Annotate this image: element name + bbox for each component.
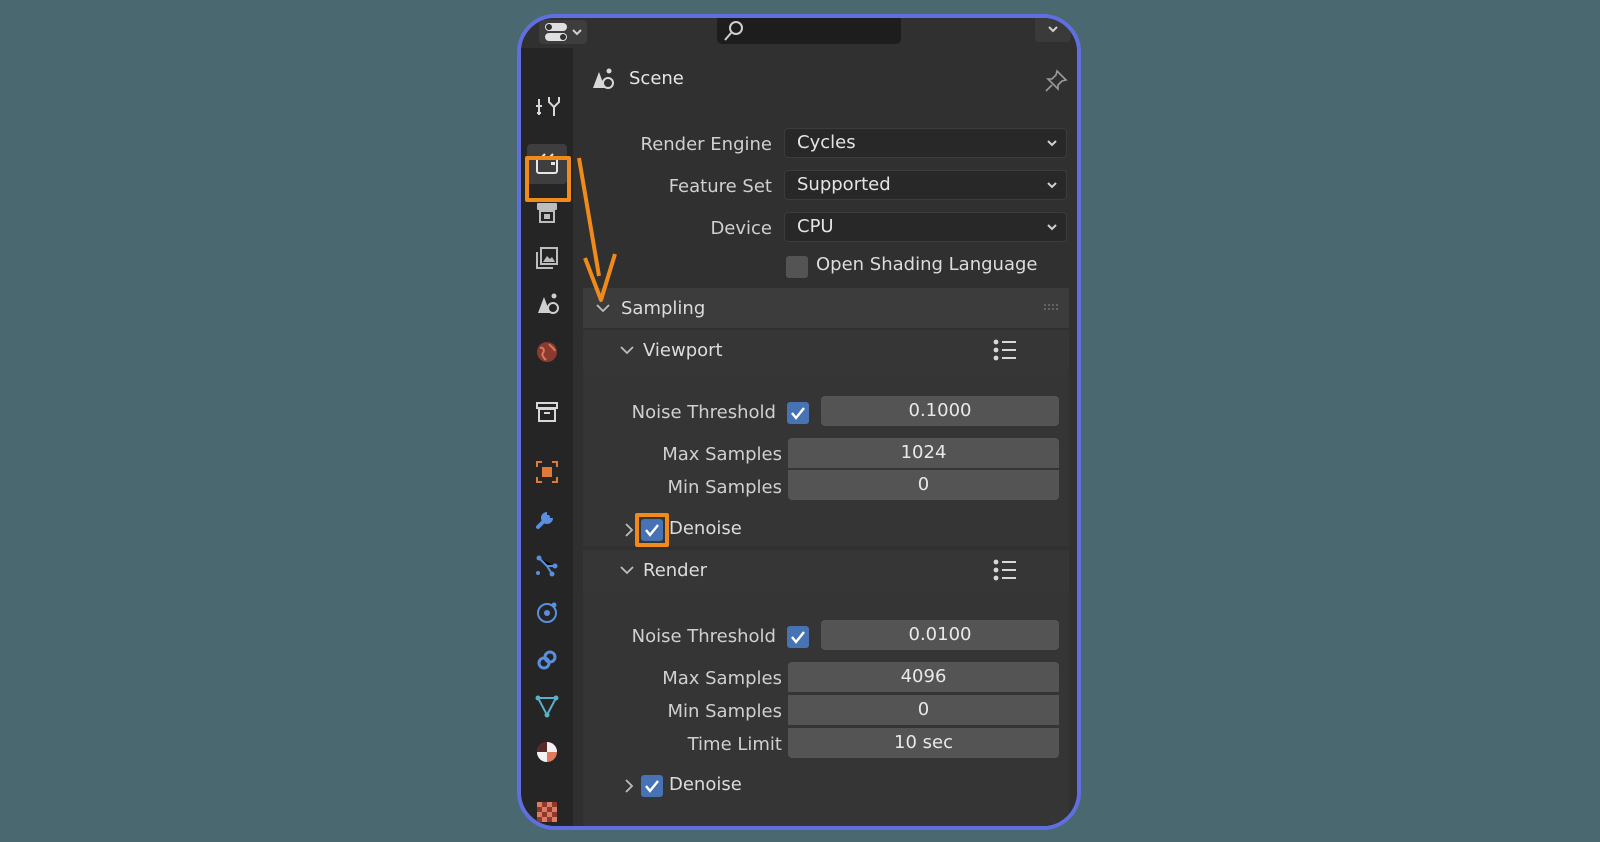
checkmark-icon [791, 631, 805, 644]
properties-editor-frame: Scene Render Engine Cycles Feature Set S… [517, 14, 1081, 830]
render-noise-threshold-field[interactable]: 0.0100 [821, 620, 1059, 650]
presets-list-icon[interactable] [993, 559, 1017, 581]
device-label: Device [710, 218, 772, 239]
constraints-icon [537, 650, 557, 670]
chevron-down-icon [620, 346, 634, 355]
sampling-title: Sampling [621, 298, 706, 319]
properties-content: Scene Render Engine Cycles Feature Set S… [573, 48, 1077, 826]
viewport-max-samples-field[interactable]: 1024 [788, 438, 1059, 468]
chevron-down-icon [1047, 224, 1057, 231]
tab-view-layer[interactable] [527, 238, 567, 278]
particles-icon [536, 555, 558, 577]
chevron-down-icon [1047, 140, 1057, 147]
search-input[interactable] [717, 18, 901, 44]
view-layer-icon [536, 247, 558, 269]
render-noise-threshold-label: Noise Threshold [631, 626, 776, 647]
render-max-samples-label: Max Samples [662, 668, 782, 689]
chevron-down-icon [620, 566, 634, 575]
render-denoise-label: Denoise [669, 774, 742, 795]
render-max-samples-field[interactable]: 4096 [788, 662, 1059, 692]
object-icon [536, 461, 558, 483]
chevron-down-icon [596, 304, 610, 313]
osl-label: Open Shading Language [816, 254, 1038, 275]
properties-tabs [521, 48, 573, 826]
render-engine-dropdown[interactable]: Cycles [784, 128, 1067, 158]
search-icon [724, 21, 743, 41]
render-noise-threshold-checkbox[interactable] [787, 626, 809, 648]
pin-icon[interactable] [1043, 68, 1069, 94]
tool-icon [536, 97, 560, 116]
viewport-max-samples-label: Max Samples [662, 444, 782, 465]
tab-material[interactable] [527, 732, 567, 772]
denoise-highlight [635, 513, 669, 547]
render-title: Render [643, 560, 708, 581]
chevron-down-icon [1047, 182, 1057, 189]
texture-icon [537, 802, 557, 822]
sampling-panel-header[interactable]: Sampling [583, 288, 1069, 328]
viewport-noise-threshold-field[interactable]: 0.1000 [821, 396, 1059, 426]
scene-icon [538, 293, 559, 314]
tab-object[interactable] [527, 452, 567, 492]
viewport-subpanel-header[interactable]: Viewport [583, 330, 1069, 370]
output-icon [537, 203, 557, 223]
modifier-icon [536, 512, 553, 529]
drag-handle-icon[interactable] [1043, 302, 1063, 312]
world-icon [537, 342, 557, 362]
tab-collection[interactable] [527, 392, 567, 432]
collection-icon [536, 402, 558, 422]
tab-world[interactable] [527, 332, 567, 372]
chevron-down-icon [1048, 26, 1058, 33]
properties-editor-icon [545, 23, 582, 41]
render-subpanel-header[interactable]: Render [583, 550, 1069, 590]
tab-constraints[interactable] [527, 640, 567, 680]
context-header: Scene [573, 48, 1077, 104]
render-denoise-checkbox[interactable] [641, 775, 663, 797]
render-min-samples-field[interactable]: 0 [788, 695, 1059, 725]
material-icon [537, 742, 557, 762]
render-min-samples-label: Min Samples [667, 701, 782, 722]
data-icon [535, 695, 559, 718]
properties-header [521, 18, 1077, 48]
tab-particles[interactable] [527, 546, 567, 586]
tab-scene[interactable] [527, 284, 567, 324]
tab-tool[interactable] [527, 86, 567, 126]
render-tab-highlight [525, 156, 571, 202]
options-dropdown[interactable] [1035, 18, 1071, 42]
feature-set-value: Supported [797, 174, 891, 195]
feature-set-label: Feature Set [668, 176, 772, 197]
device-dropdown[interactable]: CPU [784, 212, 1067, 242]
scene-icon [593, 68, 614, 89]
context-title: Scene [629, 68, 684, 89]
osl-checkbox[interactable] [786, 256, 808, 278]
viewport-title: Viewport [643, 340, 723, 361]
render-engine-value: Cycles [797, 132, 856, 153]
viewport-noise-threshold-checkbox[interactable] [787, 402, 809, 424]
render-time-limit-label: Time Limit [687, 734, 782, 755]
tab-physics[interactable] [527, 592, 567, 632]
presets-list-icon[interactable] [993, 339, 1017, 361]
chevron-right-icon[interactable] [621, 778, 637, 794]
device-value: CPU [797, 216, 834, 237]
tab-modifier[interactable] [527, 498, 567, 538]
checkmark-icon [791, 407, 805, 420]
feature-set-dropdown[interactable]: Supported [784, 170, 1067, 200]
tab-data[interactable] [527, 686, 567, 726]
viewport-denoise-label: Denoise [669, 518, 742, 539]
checkmark-icon [645, 780, 659, 793]
physics-icon [537, 602, 557, 623]
render-time-limit-field[interactable]: 10 sec [788, 728, 1059, 758]
viewport-noise-threshold-label: Noise Threshold [631, 402, 776, 423]
tab-texture[interactable] [527, 792, 567, 826]
render-engine-label: Render Engine [640, 134, 773, 155]
editor-type-dropdown[interactable] [539, 20, 587, 44]
viewport-min-samples-label: Min Samples [667, 477, 782, 498]
viewport-min-samples-field[interactable]: 0 [788, 470, 1059, 500]
